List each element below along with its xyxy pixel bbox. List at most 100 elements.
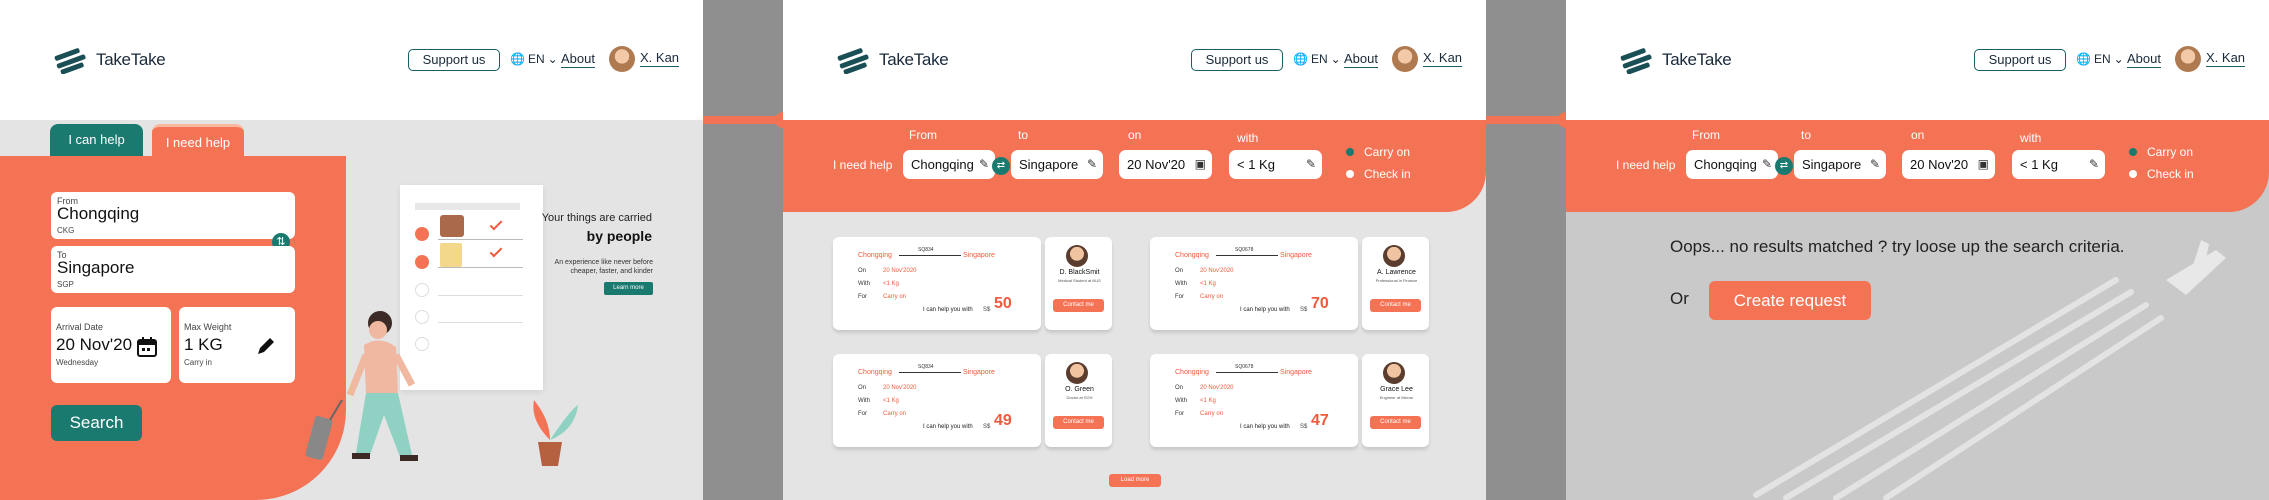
- calendar-icon: ▣: [1194, 157, 1206, 171]
- calendar-icon: ▣: [1977, 157, 1989, 171]
- create-request-button[interactable]: Create request: [1709, 281, 1871, 320]
- card-trip-info: Chongqing SQ0678 Singapore On 20 Nov'2020…: [1150, 237, 1358, 330]
- from-input[interactable]: Chongqing ✎: [1686, 150, 1778, 179]
- brand-name: TakeTake: [879, 50, 949, 69]
- flow-connector: [703, 0, 791, 500]
- brand-logo[interactable]: TakeTake: [835, 46, 949, 74]
- contact-button[interactable]: Contact me: [1370, 416, 1421, 429]
- avatar[interactable]: [1392, 46, 1418, 72]
- to-value: Singapore: [1019, 157, 1079, 172]
- radio-carry-on[interactable]: Carry on: [1346, 145, 1410, 159]
- date-input[interactable]: 20 Nov'20 ▣: [1119, 150, 1212, 179]
- chevron-down-icon: ⌄: [2113, 52, 2124, 66]
- arrival-date-field[interactable]: Arrival Date 20 Nov'20 Wednesday: [51, 307, 171, 383]
- for-key: For: [858, 411, 867, 417]
- from-value: Chongqing: [911, 157, 974, 172]
- check-in-label: Check in: [1364, 167, 1411, 181]
- date-value: 20 Nov'20: [1910, 157, 1969, 172]
- language-selector[interactable]: 🌐 EN ⌄: [2076, 52, 2124, 66]
- from-input[interactable]: Chongqing ✎: [903, 150, 995, 179]
- tab-i-need-help[interactable]: I need help: [152, 124, 244, 156]
- results-screen: TakeTake Support us 🌐 EN ⌄ About X. Kan Fr…: [783, 0, 1486, 500]
- to-code: SGP: [57, 280, 74, 289]
- traveler-role: Medical Student at NUS: [1058, 278, 1101, 283]
- brand-logo[interactable]: TakeTake: [52, 46, 166, 74]
- about-link[interactable]: About: [1344, 51, 1378, 68]
- on-key: On: [858, 385, 867, 391]
- arrival-weekday: Wednesday: [56, 358, 99, 367]
- load-more-button[interactable]: Load more: [1109, 474, 1161, 487]
- to-input[interactable]: Singapore ✎: [1794, 150, 1886, 179]
- currency: S$: [1300, 424, 1308, 430]
- traveler-role: Professional in Finance: [1375, 278, 1418, 283]
- brand-name: TakeTake: [1662, 50, 1732, 69]
- contact-button[interactable]: Contact me: [1053, 299, 1104, 312]
- user-name[interactable]: X. Kan: [1423, 50, 1463, 67]
- avatar: [1066, 245, 1088, 267]
- flight-code: SQ0678: [1235, 247, 1254, 253]
- avatar[interactable]: [2175, 46, 2201, 72]
- price: 70: [1311, 295, 1329, 312]
- pencil-icon: [258, 338, 274, 354]
- chevron-down-icon: ⌄: [547, 52, 558, 66]
- support-button[interactable]: Support us: [1191, 49, 1283, 71]
- max-weight-field[interactable]: Max Weight 1 KG Carry in: [179, 307, 295, 383]
- user-name[interactable]: X. Kan: [2206, 50, 2246, 67]
- no-results-message: Oops... no results matched ? try loose u…: [1670, 237, 2125, 256]
- swap-icon[interactable]: ⇄: [992, 157, 1010, 175]
- result-card[interactable]: Chongqing SQ0678 Singapore On 20 Nov'2020…: [1150, 354, 1429, 447]
- weight-input[interactable]: < 1 Kg ✎: [2012, 150, 2105, 179]
- about-link[interactable]: About: [2127, 51, 2161, 68]
- date-input[interactable]: 20 Nov'20 ▣: [1902, 150, 1995, 179]
- currency: S$: [983, 307, 991, 313]
- on-label: on: [1911, 128, 1925, 142]
- language-selector[interactable]: 🌐 EN ⌄: [510, 52, 558, 66]
- on-key: On: [1175, 385, 1184, 391]
- can-help-text: I can help you with: [1240, 307, 1290, 313]
- traveler-name: O. Green: [1065, 386, 1094, 393]
- about-link[interactable]: About: [561, 51, 595, 68]
- pencil-icon: ✎: [1761, 157, 1772, 171]
- flight-code: SQ834: [918, 364, 934, 370]
- can-help-text: I can help you with: [923, 424, 973, 430]
- to-input[interactable]: Singapore ✎: [1011, 150, 1103, 179]
- swap-icon[interactable]: ⇄: [1775, 157, 1793, 175]
- promo-line-2: by people: [586, 228, 652, 244]
- arrow-icon: [1216, 255, 1278, 256]
- globe-icon: 🌐: [1293, 52, 1308, 66]
- weight-input[interactable]: < 1 Kg ✎: [1229, 150, 1322, 179]
- card-to: Singapore: [963, 369, 995, 376]
- support-button[interactable]: Support us: [1974, 49, 2066, 71]
- with-key: With: [858, 398, 870, 404]
- language-selector[interactable]: 🌐 EN ⌄: [1293, 52, 1341, 66]
- contact-button[interactable]: Contact me: [1370, 299, 1421, 312]
- i-need-help-label: I need help: [1616, 158, 1676, 172]
- to-field[interactable]: To Singapore SGP: [51, 246, 295, 293]
- from-value: Chongqing: [1694, 157, 1757, 172]
- avatar: [1383, 245, 1405, 267]
- radio-check-in[interactable]: Check in: [1346, 167, 1411, 181]
- card-date: 20 Nov'2020: [1200, 268, 1234, 274]
- can-help-text: I can help you with: [923, 307, 973, 313]
- search-button[interactable]: Search: [51, 405, 142, 441]
- tab-i-can-help[interactable]: I can help: [50, 124, 143, 156]
- card-from: Chongqing: [1175, 252, 1209, 259]
- weight-label: Max Weight: [184, 322, 232, 332]
- from-field[interactable]: From Chongqing CKG: [51, 192, 295, 239]
- support-button[interactable]: Support us: [408, 49, 500, 71]
- contact-button[interactable]: Contact me: [1053, 416, 1104, 429]
- result-card[interactable]: Chongqing SQ0678 Singapore On 20 Nov'2020…: [1150, 237, 1429, 330]
- learn-more-button[interactable]: Learn more: [604, 282, 653, 295]
- on-key: On: [858, 268, 867, 274]
- avatar[interactable]: [609, 46, 635, 72]
- user-name[interactable]: X. Kan: [640, 50, 680, 67]
- avatar: [1383, 362, 1405, 384]
- card-weight: <1 Kg: [883, 398, 899, 404]
- radio-carry-on[interactable]: Carry on: [2129, 145, 2193, 159]
- brand-logo[interactable]: TakeTake: [1618, 46, 1732, 74]
- logo-icon: [1620, 48, 1652, 74]
- card-weight: <1 Kg: [1200, 398, 1216, 404]
- result-card[interactable]: Chongqing SQ834 Singapore On 20 Nov'2020 …: [833, 354, 1112, 447]
- result-card[interactable]: Chongqing SQ834 Singapore On 20 Nov'2020 …: [833, 237, 1112, 330]
- radio-check-in[interactable]: Check in: [2129, 167, 2194, 181]
